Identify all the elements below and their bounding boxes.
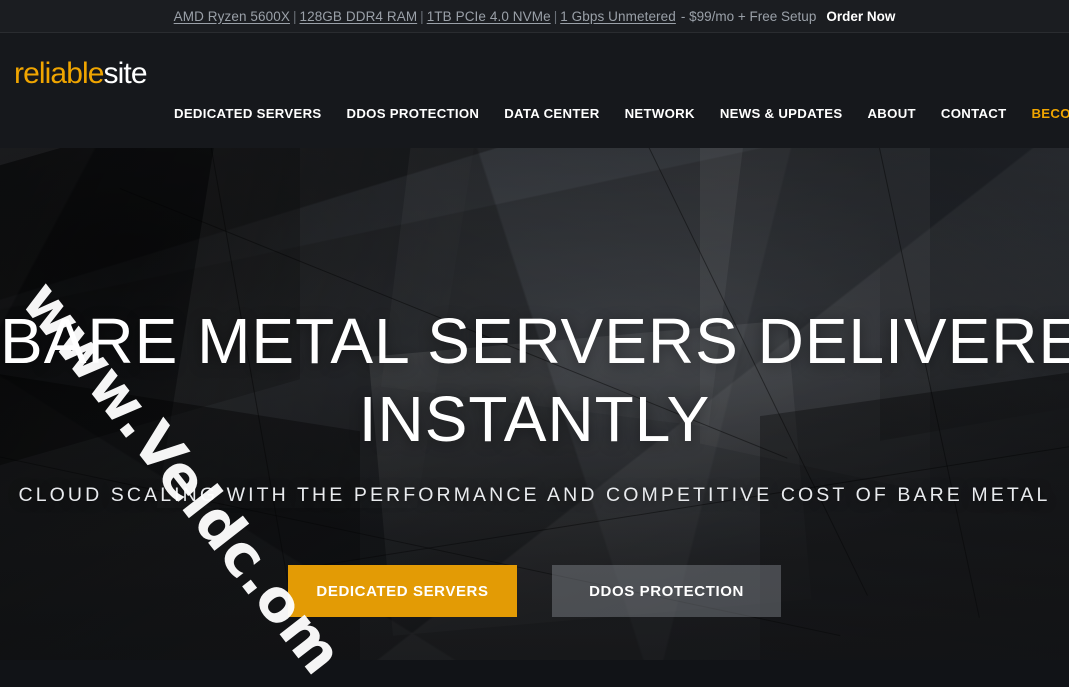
promo-separator-1: | [292,8,297,24]
nav-item-about[interactable]: ABOUT [867,106,915,121]
nav-item-become-a-partner[interactable]: BECOME A PARTNER [1031,106,1069,121]
nav-item-news-updates[interactable]: NEWS & UPDATES [720,106,843,121]
nav-item-data-center[interactable]: DATA CENTER [504,106,599,121]
ddos-protection-button[interactable]: DDOS PROTECTION [552,565,781,618]
promo-separator-3: | [553,8,558,24]
promo-spec-bandwidth[interactable]: 1 Gbps Unmetered [560,9,676,24]
promo-price-text: - $99/mo + Free Setup [680,8,817,24]
promo-bar: AMD Ryzen 5600X | 128GB DDR4 RAM | 1TB P… [0,0,1069,33]
promo-spec-cpu[interactable]: AMD Ryzen 5600X [174,9,290,24]
hero-content: BARE METAL SERVERS DELIVERED INSTANTLY C… [0,148,1069,660]
promo-bar-content: AMD Ryzen 5600X | 128GB DDR4 RAM | 1TB P… [174,9,896,24]
nav-item-contact[interactable]: CONTACT [941,106,1007,121]
hero-heading-line-1: BARE METAL SERVERS DELIVERED [0,305,1069,377]
nav-item-network[interactable]: NETWORK [625,106,695,121]
site-header: reliablesite DEDICATED SERVERS DDOS PROT… [0,33,1069,148]
hero-section: BARE METAL SERVERS DELIVERED INSTANTLY C… [0,148,1069,660]
promo-spec-ram[interactable]: 128GB DDR4 RAM [299,9,417,24]
site-logo[interactable]: reliablesite [14,57,148,90]
hero-subheading: CLOUD SCALING WITH THE PERFORMANCE AND C… [18,484,1051,507]
hero-button-group: DEDICATED SERVERS DDOS PROTECTION [288,565,781,618]
hero-heading: BARE METAL SERVERS DELIVERED INSTANTLY [0,302,1069,458]
logo-text-reliable: reliable [14,57,104,90]
promo-separator-2: | [420,8,424,24]
promo-spec-storage[interactable]: 1TB PCIe 4.0 NVMe [427,9,551,24]
dedicated-servers-button[interactable]: DEDICATED SERVERS [288,565,517,618]
hero-heading-line-2: INSTANTLY [358,383,711,456]
main-navigation: DEDICATED SERVERS DDOS PROTECTION DATA C… [174,106,1069,121]
nav-item-ddos-protection[interactable]: DDOS PROTECTION [347,106,480,121]
order-now-button[interactable]: Order Now [816,9,895,24]
logo-text-site: site [103,57,148,90]
nav-item-dedicated-servers[interactable]: DEDICATED SERVERS [174,106,322,121]
